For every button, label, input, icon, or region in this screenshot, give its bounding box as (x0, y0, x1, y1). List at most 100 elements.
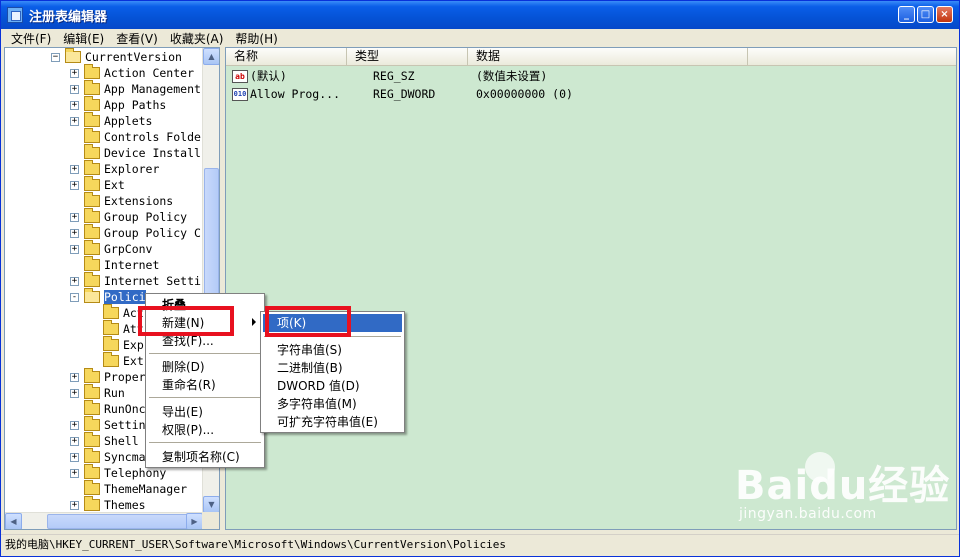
tree-node[interactable]: + Syncma (70, 448, 146, 465)
menu-new-dword-value[interactable]: DWORD 值(D) (263, 377, 402, 395)
expand-toggle[interactable]: + (70, 420, 79, 430)
folder-icon (84, 240, 100, 255)
status-bar: 我的电脑\HKEY_CURRENT_USER\Software\Microsof… (1, 534, 959, 556)
menu-separator (149, 353, 261, 354)
menu-new-string-value[interactable]: 字符串值(S) (263, 341, 402, 359)
watermark-logo: Baidu经验 (735, 463, 951, 509)
scroll-up-icon[interactable]: ▲ (203, 48, 219, 65)
maximize-button[interactable]: □ (917, 6, 934, 23)
expand-toggle[interactable]: + (70, 372, 79, 382)
column-data[interactable]: 数据 (468, 48, 748, 66)
expand-toggle[interactable]: + (70, 388, 79, 398)
tree-node[interactable]: + GrpConv (70, 240, 152, 257)
tree-node[interactable]: + Group Policy C (70, 224, 201, 241)
values-list-pane[interactable]: 名称 类型 数据 ab (默认) REG_SZ (数值未设置) 010 Allo… (225, 47, 957, 530)
folder-icon (84, 384, 100, 399)
value-type: REG_DWORD (373, 87, 436, 101)
value-data: 0x00000000 (0) (476, 87, 573, 101)
tree-node[interactable]: + Explorer (70, 160, 159, 177)
expand-toggle[interactable]: + (70, 468, 79, 478)
menu-file[interactable]: 文件(F) (5, 30, 57, 47)
tree-node[interactable]: Device Install (70, 144, 201, 161)
tree-node[interactable]: + Shell (70, 432, 139, 449)
expand-toggle[interactable]: + (70, 276, 79, 286)
title-bar[interactable]: 注册表编辑器 _ □ × (1, 1, 959, 29)
expand-toggle[interactable]: + (70, 212, 79, 222)
folder-icon (84, 80, 100, 95)
menu-export[interactable]: 导出(E) (148, 403, 262, 421)
minimize-button[interactable]: _ (898, 6, 915, 23)
expand-toggle[interactable]: + (70, 500, 79, 510)
menu-help[interactable]: 帮助(H) (229, 30, 283, 47)
expand-toggle[interactable]: + (70, 244, 79, 254)
tree-node[interactable]: + Internet Setti (70, 272, 201, 289)
tree-node[interactable]: + Settin (70, 416, 146, 433)
string-value-icon: ab (232, 69, 248, 83)
expand-toggle[interactable]: + (70, 436, 79, 446)
tree-node[interactable]: + Applets (70, 112, 152, 129)
menu-favorites[interactable]: 收藏夹(A) (164, 30, 230, 47)
tree-node-child[interactable]: Ext (103, 352, 144, 369)
folder-icon (84, 448, 100, 463)
tree-node[interactable]: + App Paths (70, 96, 166, 113)
tree-node[interactable]: Controls Folde (70, 128, 201, 145)
tree-node-currentversion[interactable]: − CurrentVersion (51, 48, 182, 65)
menu-permissions[interactable]: 权限(P)... (148, 421, 262, 439)
tree-node[interactable]: Internet (70, 256, 159, 273)
collapse-toggle[interactable]: - (70, 292, 79, 302)
tree-node-child[interactable]: Exp (103, 336, 144, 353)
scroll-left-icon[interactable]: ◀ (5, 513, 22, 529)
column-type[interactable]: 类型 (347, 48, 468, 66)
submenu-arrow-icon (252, 318, 256, 326)
scroll-down-icon[interactable]: ▼ (203, 496, 219, 513)
tree-node[interactable]: + Proper (70, 368, 146, 385)
value-row[interactable]: 010 Allow Prog... REG_DWORD 0x00000000 (… (226, 86, 573, 102)
menu-view[interactable]: 查看(V) (110, 30, 164, 47)
folder-icon (84, 272, 100, 287)
window-controls: _ □ × (898, 6, 953, 23)
tree-node[interactable]: ThemeManager (70, 480, 187, 497)
expand-toggle[interactable]: + (70, 116, 79, 126)
folder-icon (84, 480, 100, 495)
folder-icon (84, 144, 100, 159)
expand-toggle[interactable]: + (70, 68, 79, 78)
menu-edit[interactable]: 编辑(E) (57, 30, 110, 47)
folder-icon (84, 176, 100, 191)
value-data: (数值未设置) (476, 69, 548, 83)
tree-horizontal-scrollbar[interactable]: ◀ ▶ (5, 512, 203, 529)
menu-new-multi-string-value[interactable]: 多字符串值(M) (263, 395, 402, 413)
menu-new-binary-value[interactable]: 二进制值(B) (263, 359, 402, 377)
column-name[interactable]: 名称 (226, 48, 347, 66)
menu-copy-key-name[interactable]: 复制项名称(C) (148, 448, 262, 466)
menu-new-expandable-string-value[interactable]: 可扩充字符串值(E) (263, 413, 402, 431)
close-button[interactable]: × (936, 6, 953, 23)
tree-node[interactable]: + Ext (70, 176, 125, 193)
tree-node[interactable]: Extensions (70, 192, 173, 209)
expand-toggle[interactable]: + (70, 84, 79, 94)
value-row[interactable]: ab (默认) REG_SZ (数值未设置) (226, 68, 547, 84)
value-name: Allow Prog... (250, 87, 341, 101)
expand-toggle[interactable]: + (70, 164, 79, 174)
folder-icon (84, 368, 100, 383)
tree-node[interactable]: RunOnc (70, 400, 146, 417)
folder-icon (103, 336, 119, 351)
folder-icon (84, 208, 100, 223)
expand-toggle[interactable]: + (70, 452, 79, 462)
tree-node[interactable]: + Action Center (70, 64, 194, 81)
folder-icon (103, 320, 119, 335)
tree-node-policies-selected[interactable]: - Polici (70, 288, 146, 305)
tree-node[interactable]: + App Management (70, 80, 201, 97)
tree-node[interactable]: + Themes (70, 496, 146, 513)
collapse-toggle[interactable]: − (51, 52, 60, 62)
expand-toggle[interactable]: + (70, 100, 79, 110)
tree-node[interactable]: + Run (70, 384, 125, 401)
expand-toggle[interactable]: + (70, 228, 79, 238)
tree-node[interactable]: + Group Policy (70, 208, 187, 225)
menu-rename[interactable]: 重命名(R) (148, 376, 262, 394)
expand-toggle[interactable]: + (70, 180, 79, 190)
scroll-right-icon[interactable]: ▶ (186, 513, 203, 529)
menu-delete[interactable]: 删除(D) (148, 358, 262, 376)
horizontal-scroll-thumb[interactable] (47, 514, 197, 529)
